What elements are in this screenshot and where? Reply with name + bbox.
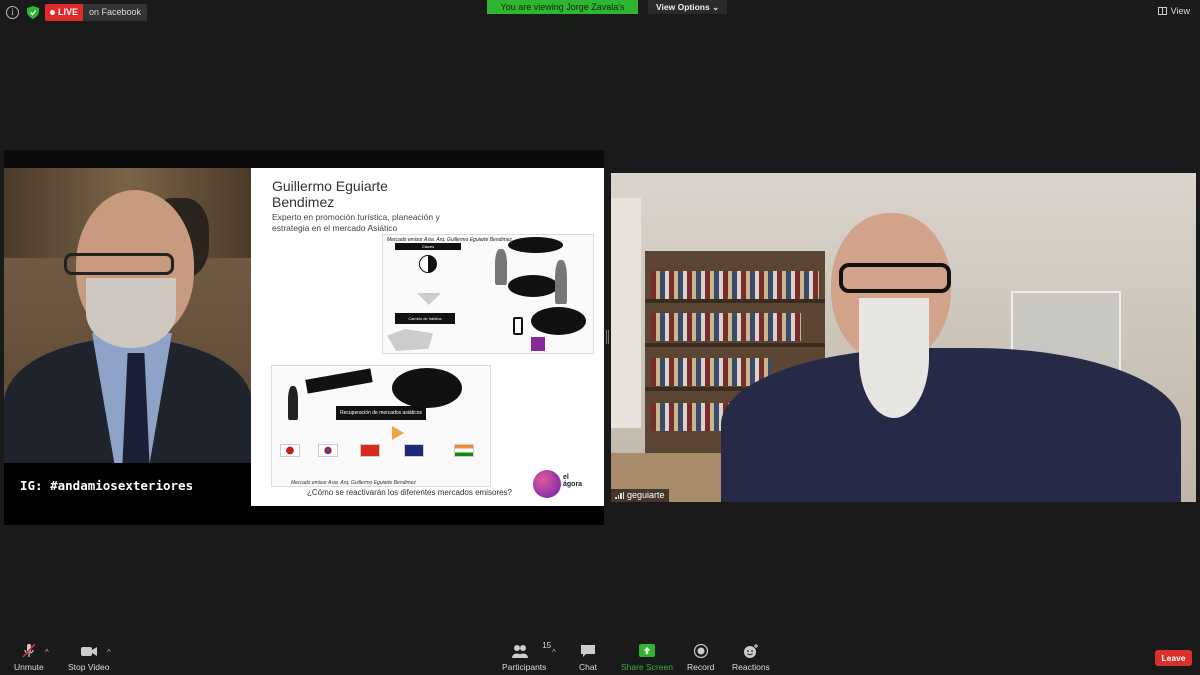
info-icon[interactable]: i xyxy=(6,6,19,19)
agora-logo-text: el ágora xyxy=(563,474,583,488)
infographic-row-box: Cambio de hábitos xyxy=(395,313,455,324)
live-dot-icon xyxy=(50,10,55,15)
reactions-label: Reactions xyxy=(732,662,770,672)
slide-infographic-1: Mercado emisor Asia. Arq. Guillermo Egui… xyxy=(382,234,594,354)
share-screen-label: Share Screen xyxy=(621,662,673,672)
slide-question: ¿Cómo se reactivarán los diferentes merc… xyxy=(307,488,512,497)
reactions-button[interactable]: Reactions xyxy=(732,644,770,672)
infographic-text-box xyxy=(305,368,373,394)
record-label: Record xyxy=(687,662,715,672)
participant-name: geguiarte xyxy=(627,490,665,500)
stop-video-label: Stop Video xyxy=(68,662,110,672)
chevron-down-icon: ⌄ xyxy=(712,2,720,12)
video-options-caret-icon[interactable]: ^ xyxy=(107,648,111,657)
arrow-right-icon xyxy=(392,426,404,440)
phone-icon xyxy=(513,317,523,335)
shared-screen: IG: #andamiosexteriores Guillermo Eguiar… xyxy=(4,150,604,525)
person-silhouette-icon xyxy=(555,260,567,304)
share-screen-button[interactable]: Share Screen xyxy=(621,644,673,672)
audio-options-caret-icon[interactable]: ^ xyxy=(45,648,49,657)
asia-map-icon xyxy=(387,329,433,351)
signal-icon xyxy=(615,492,624,499)
live-badge[interactable]: LIVE on Facebook xyxy=(45,4,148,21)
grid-icon xyxy=(1157,7,1167,15)
china-flag-icon xyxy=(360,444,380,457)
ig-handle-label: IG: #andamiosexteriores xyxy=(4,463,248,525)
participants-button[interactable]: 15 Participants xyxy=(502,641,551,672)
top-bar: i LIVE on Facebook You are viewing Jorge… xyxy=(0,0,1200,26)
speech-bubble xyxy=(531,307,586,335)
view-options-label: View Options xyxy=(656,2,710,12)
view-label: View xyxy=(1170,6,1190,16)
speaker-video[interactable] xyxy=(611,173,1196,502)
agora-logo xyxy=(533,470,561,498)
leave-button[interactable]: Leave xyxy=(1155,650,1192,666)
infographic-claves-box: Claves xyxy=(395,243,461,250)
view-options-button[interactable]: View Options ⌄ xyxy=(648,0,728,14)
presenter-photo xyxy=(4,168,252,463)
microphone-muted-icon xyxy=(22,644,36,658)
viewing-screen-banner: You are viewing Jorge Zavala's screen xyxy=(487,0,638,26)
splitter-handle[interactable] xyxy=(606,330,609,344)
chat-bubble-icon xyxy=(580,645,595,657)
speech-bubble xyxy=(508,237,563,253)
chat-button[interactable]: Chat xyxy=(579,644,597,672)
slide-subtitle: Experto en promoción turística, planeaci… xyxy=(272,212,440,233)
unmute-button[interactable]: Unmute xyxy=(14,644,44,672)
speech-bubble xyxy=(508,275,558,297)
slide-title: Guillermo Eguiarte Bendimez xyxy=(272,178,388,210)
infographic-credit: Mercado emisor Asia. Arq. Guillermo Egui… xyxy=(291,480,416,486)
participants-label: Participants xyxy=(502,662,547,672)
recovery-box: Recuperación de mercados asiáticos xyxy=(336,406,426,420)
arrow-down-icon xyxy=(417,293,441,305)
yin-yang-icon xyxy=(419,255,437,273)
australia-flag-icon xyxy=(404,444,424,457)
meeting-toolbar: Unmute ^ Stop Video ^ 15 Participants ^ … xyxy=(0,636,1200,675)
share-screen-icon xyxy=(638,644,655,657)
video-camera-icon xyxy=(80,647,97,656)
view-button[interactable]: View xyxy=(1157,6,1190,16)
shield-icon[interactable] xyxy=(27,6,39,19)
participant-name-tag: geguiarte xyxy=(611,489,669,502)
stop-video-button[interactable]: Stop Video xyxy=(68,644,109,672)
speech-bubble xyxy=(392,368,462,408)
live-platform: on Facebook xyxy=(83,4,148,21)
record-button[interactable]: Record xyxy=(687,644,714,672)
smiley-plus-icon xyxy=(743,644,758,658)
participants-options-caret-icon[interactable]: ^ xyxy=(552,648,556,657)
logo-square xyxy=(531,337,545,351)
korea-flag-icon xyxy=(318,444,338,457)
chat-label: Chat xyxy=(579,662,597,672)
unmute-label: Unmute xyxy=(14,662,44,672)
presentation-slide: Guillermo Eguiarte Bendimez Experto en p… xyxy=(251,168,604,506)
walking-person-icon xyxy=(288,386,298,420)
india-flag-icon xyxy=(454,444,474,457)
participants-count: 15 xyxy=(542,641,552,650)
japan-flag-icon xyxy=(280,444,300,457)
slide-infographic-2: Recuperación de mercados asiáticos xyxy=(271,365,491,487)
record-icon xyxy=(693,644,708,658)
live-label: LIVE xyxy=(58,7,79,17)
participants-icon xyxy=(512,645,529,658)
person-silhouette-icon xyxy=(495,249,507,285)
